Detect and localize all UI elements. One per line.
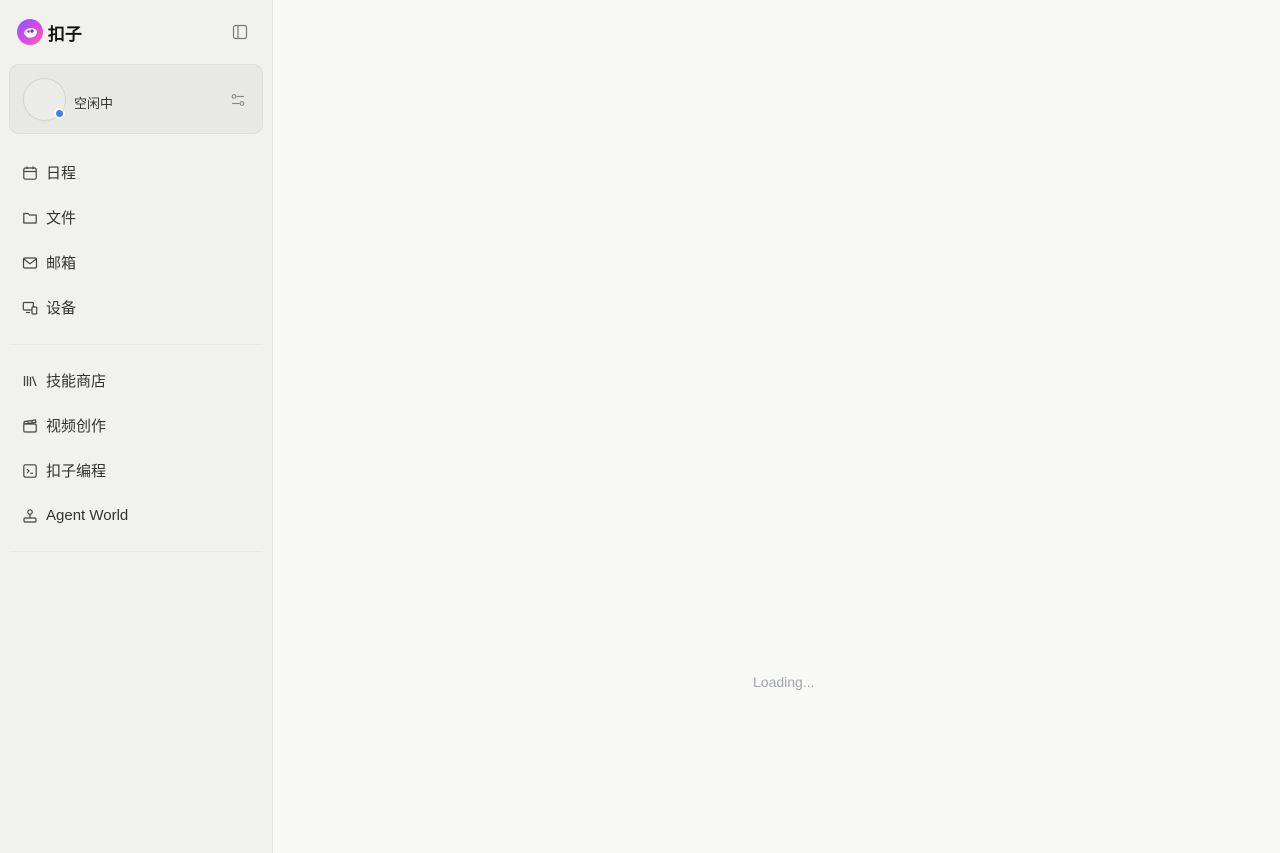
nav-label: 设备 [46, 299, 77, 317]
nav-item-devices[interactable]: 设备 [9, 285, 263, 330]
nav-label: 扣子编程 [46, 462, 107, 480]
terminal-icon [21, 462, 38, 479]
sliders-icon [231, 94, 245, 106]
loading-text: Loading... [753, 674, 815, 690]
nav-item-skill-store[interactable]: 技能商店 [9, 358, 263, 403]
folder-icon [21, 209, 38, 226]
app-window: 扣子 空闲中 日程 文件 邮箱 设备 技能商店 视频创作 扣子编程 Agent … [0, 0, 1280, 853]
status-dot [54, 108, 65, 119]
joystick-icon [21, 507, 38, 524]
nav-item-video-creation[interactable]: 视频创作 [9, 403, 263, 448]
devices-icon [21, 299, 38, 316]
nav-item-coze-coding[interactable]: 扣子编程 [9, 448, 263, 493]
nav-item-mail[interactable]: 邮箱 [9, 240, 263, 285]
nav-label: 视频创作 [46, 417, 107, 435]
sidebar-panel-icon [232, 24, 248, 40]
sidebar: 扣子 空闲中 日程 文件 邮箱 设备 技能商店 视频创作 扣子编程 Agent … [0, 0, 273, 853]
nav-label: 技能商店 [46, 372, 107, 390]
nav-item-agent-world[interactable]: Agent World [9, 493, 263, 538]
mail-icon [21, 254, 38, 271]
sidebar-toggle-button[interactable] [229, 21, 251, 43]
brand[interactable]: 扣子 [16, 18, 82, 46]
nav-label: 日程 [46, 164, 77, 182]
secondary-nav: 技能商店 视频创作 扣子编程 Agent World [9, 358, 263, 538]
nav-item-files[interactable]: 文件 [9, 195, 263, 240]
brand-name: 扣子 [48, 24, 82, 45]
sidebar-divider [9, 551, 263, 552]
calendar-icon [21, 164, 38, 181]
status-label: 空闲中 [74, 97, 114, 112]
primary-nav: 日程 文件 邮箱 设备 [9, 150, 263, 330]
status-settings-button[interactable] [228, 90, 248, 110]
agent-status-card[interactable]: 空闲中 [9, 64, 263, 134]
nav-label: 文件 [46, 209, 77, 227]
nav-label: Agent World [46, 507, 129, 524]
brand-logo-icon [16, 18, 44, 46]
nav-label: 邮箱 [46, 254, 77, 272]
clapperboard-icon [21, 417, 38, 434]
library-icon [21, 372, 38, 389]
main-content: Loading... [273, 0, 1280, 853]
nav-item-schedule[interactable]: 日程 [9, 150, 263, 195]
sidebar-divider [9, 344, 263, 345]
